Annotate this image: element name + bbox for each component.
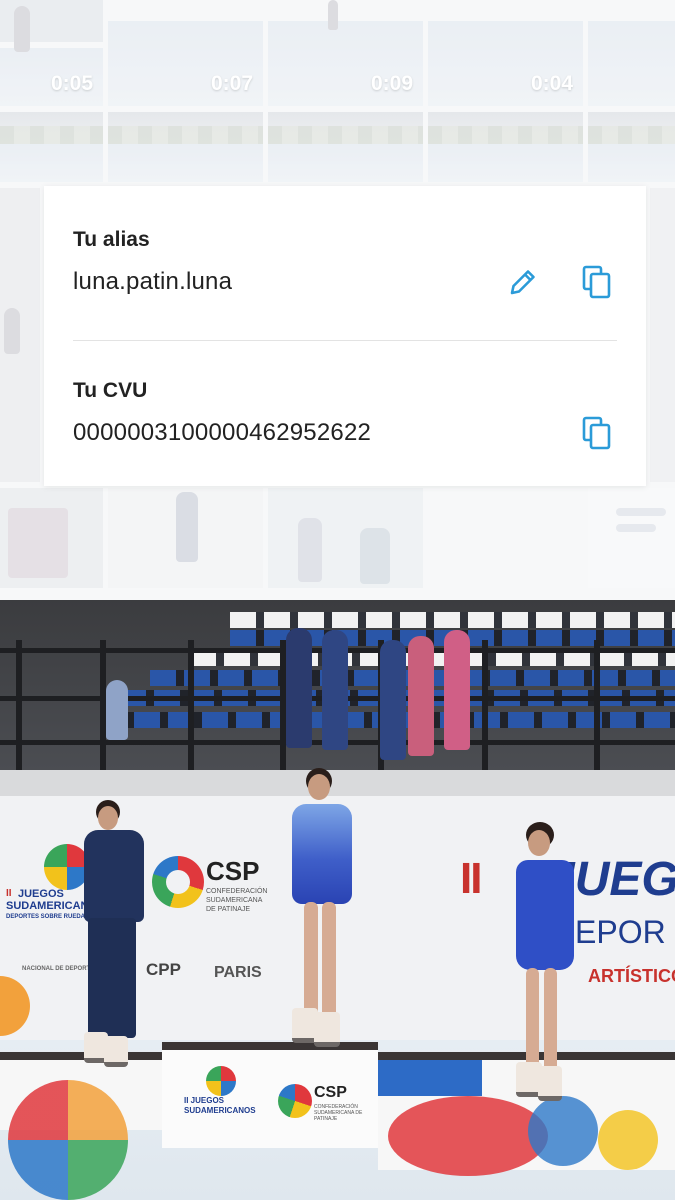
edit-alias-button[interactable] xyxy=(503,262,543,302)
pencil-icon xyxy=(510,270,535,295)
podium-first: II JUEGOS SUDAMERICANOS CSP CONFEDERACIÓ… xyxy=(162,1042,378,1148)
skater-third-place xyxy=(512,822,578,1102)
alias-row: Tu alias luna.patin.luna xyxy=(73,228,617,318)
cvu-label: Tu CVU xyxy=(73,379,148,402)
copy-alias-button[interactable] xyxy=(577,262,617,302)
arena-stands xyxy=(0,600,675,780)
alias-label: Tu alias xyxy=(73,228,150,251)
cvu-row: Tu CVU 0000003100000462952622 xyxy=(73,379,617,469)
divider xyxy=(73,340,617,341)
account-info-card: Tu alias luna.patin.luna Tu CVU 00000031… xyxy=(44,186,646,486)
copy-icon xyxy=(582,265,611,299)
copy-cvu-button[interactable] xyxy=(577,413,617,453)
skater-first-place xyxy=(286,768,356,1054)
podium-photo: II JUEGOS SUDAMERICANOS DEPORTES SOBRE R… xyxy=(0,600,675,1200)
skater-second-place xyxy=(82,800,148,1070)
cvu-value: 0000003100000462952622 xyxy=(73,419,372,446)
copy-icon xyxy=(582,416,611,450)
